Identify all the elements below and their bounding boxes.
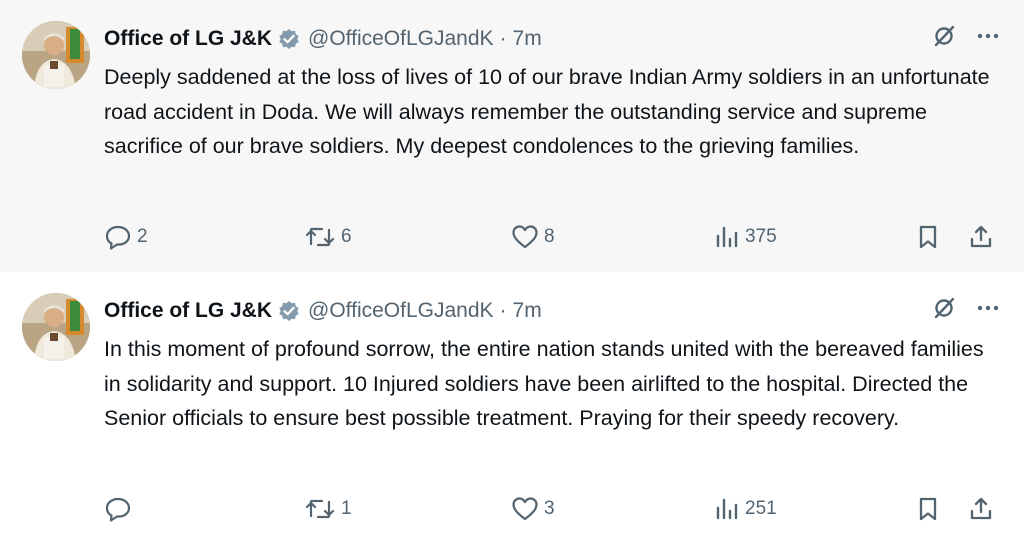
timestamp[interactable]: 7m (513, 27, 542, 51)
bookmark-button[interactable] (916, 220, 940, 254)
author-name[interactable]: Office of LG J&K (104, 27, 272, 51)
tweet-actions: 2 6 8 375 (104, 220, 1004, 254)
retweet-button[interactable]: 1 (304, 492, 352, 526)
like-count: 3 (544, 498, 555, 519)
retweet-count: 6 (341, 226, 352, 247)
avatar[interactable] (22, 21, 90, 89)
tweet-actions: 1 3 251 (104, 492, 1004, 526)
author-handle[interactable]: @OfficeOfLGJandK (308, 299, 494, 323)
reply-count: 2 (137, 226, 148, 247)
views-button[interactable]: 375 (714, 220, 777, 254)
tweet-text: In this moment of profound sorrow, the e… (104, 337, 984, 430)
tweet-text: Deeply saddened at the loss of lives of … (104, 65, 990, 158)
verified-badge-icon (278, 300, 300, 322)
like-button[interactable]: 3 (511, 492, 555, 526)
bookmark-button[interactable] (916, 492, 940, 526)
like-count: 8 (544, 226, 555, 247)
retweet-button[interactable]: 6 (304, 220, 352, 254)
views-icon (714, 225, 740, 249)
tweet-header: Office of LG J&K @OfficeOfLGJandK · 7m (104, 24, 542, 54)
heart-icon (511, 224, 539, 250)
author-name[interactable]: Office of LG J&K (104, 299, 272, 323)
retweet-count: 1 (341, 498, 352, 519)
share-button[interactable] (968, 492, 994, 526)
views-count: 251 (745, 498, 777, 519)
tweet[interactable]: Office of LG J&K @OfficeOfLGJandK · 7m D… (0, 0, 1024, 272)
views-icon (714, 497, 740, 521)
retweet-icon (304, 225, 336, 249)
tweet[interactable]: Office of LG J&K @OfficeOfLGJandK · 7m I… (0, 272, 1024, 550)
bookmark-icon (916, 496, 940, 522)
tweet-top-actions (932, 296, 1000, 320)
views-button[interactable]: 251 (714, 492, 777, 526)
tweet-header: Office of LG J&K @OfficeOfLGJandK · 7m (104, 296, 542, 326)
share-button[interactable] (968, 220, 994, 254)
share-icon (968, 496, 994, 522)
avatar[interactable] (22, 293, 90, 361)
views-count: 375 (745, 226, 777, 247)
tweet-top-actions (932, 24, 1000, 48)
reply-button[interactable]: 2 (104, 220, 148, 254)
share-icon (968, 224, 994, 250)
reply-icon (104, 496, 132, 522)
author-handle[interactable]: @OfficeOfLGJandK (308, 27, 494, 51)
verified-badge-icon (278, 28, 300, 50)
retweet-icon (304, 497, 336, 521)
like-button[interactable]: 8 (511, 220, 555, 254)
more-icon[interactable] (976, 304, 1000, 312)
heart-icon (511, 496, 539, 522)
separator-dot: · (499, 27, 507, 50)
timestamp[interactable]: 7m (513, 299, 542, 323)
reply-button[interactable] (104, 492, 137, 526)
bookmark-icon (916, 224, 940, 250)
separator-dot: · (499, 299, 507, 322)
grok-icon[interactable] (932, 24, 956, 48)
more-icon[interactable] (976, 32, 1000, 40)
grok-icon[interactable] (932, 296, 956, 320)
reply-icon (104, 224, 132, 250)
